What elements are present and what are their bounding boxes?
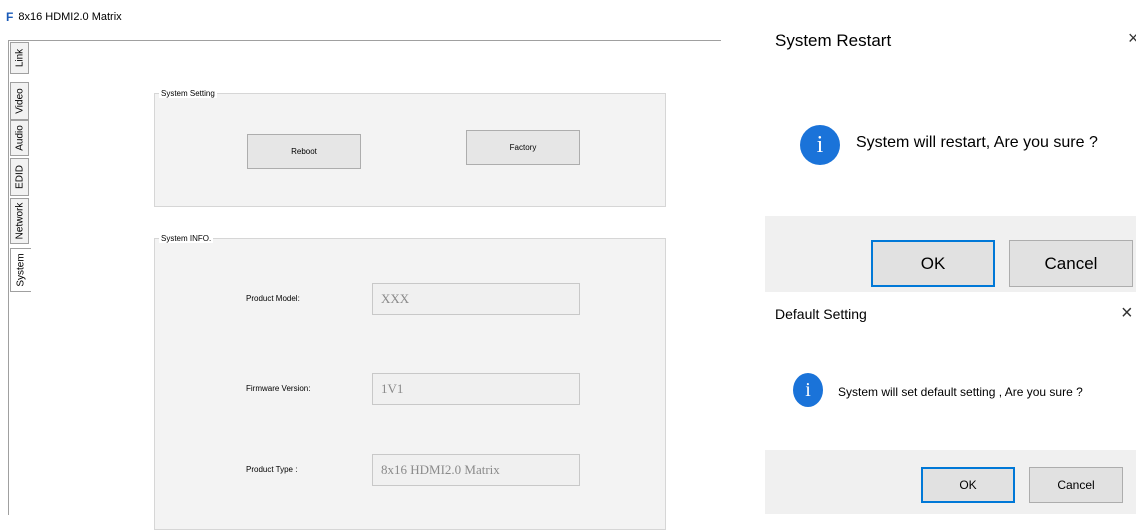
window-title-bar: F 8x16 HDMI2.0 Matrix (6, 10, 122, 24)
product-type-label: Product Type : (246, 465, 298, 474)
firmware-version-field: 1V1 (372, 373, 580, 405)
ok-button[interactable]: OK (871, 240, 995, 287)
product-type-field: 8x16 HDMI2.0 Matrix (372, 454, 580, 486)
tab-system[interactable]: System (10, 248, 31, 292)
reboot-button[interactable]: Reboot (247, 134, 361, 169)
tab-label: EDID (14, 165, 25, 189)
tab-label: Link (14, 48, 25, 68)
tab-audio[interactable]: Audio (10, 120, 29, 156)
system-setting-label: System Setting (159, 89, 217, 98)
dialog-message: System will set default setting , Are yo… (838, 385, 1083, 399)
system-setting-group (154, 93, 666, 207)
close-icon[interactable]: × (1121, 302, 1133, 325)
tab-label: Network (14, 202, 25, 240)
product-model-field: XXX (372, 283, 580, 315)
product-model-label: Product Model: (246, 294, 300, 303)
window-title: 8x16 HDMI2.0 Matrix (18, 11, 122, 23)
firmware-version-label: Firmware Version: (246, 384, 311, 393)
tab-link[interactable]: Link (10, 42, 29, 74)
tab-label: System (15, 253, 27, 287)
tab-edid[interactable]: EDID (10, 158, 29, 196)
tab-video[interactable]: Video (10, 82, 29, 120)
info-icon: i (800, 125, 840, 165)
close-icon[interactable]: × (1128, 28, 1136, 49)
cancel-button[interactable]: Cancel (1029, 467, 1123, 503)
tab-network[interactable]: Network (10, 198, 29, 244)
info-icon: i (793, 373, 823, 407)
app-logo-icon: F (6, 10, 14, 24)
system-info-label: System INFO. (159, 234, 214, 243)
ok-button[interactable]: OK (921, 467, 1015, 503)
tab-label: Video (14, 88, 25, 114)
dialog-message: System will restart, Are you sure ? (856, 134, 1098, 151)
factory-button[interactable]: Factory (466, 130, 580, 165)
dialog-title: Default Setting (775, 306, 867, 322)
cancel-button[interactable]: Cancel (1009, 240, 1133, 287)
tab-label: Audio (14, 125, 25, 151)
dialog-title: System Restart (775, 31, 892, 50)
